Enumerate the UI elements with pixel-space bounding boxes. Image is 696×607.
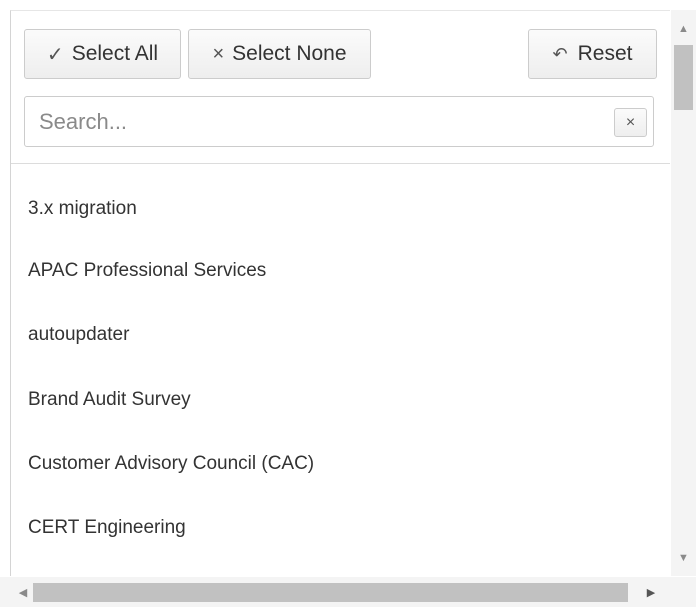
- vertical-scroll-thumb[interactable]: [674, 45, 693, 110]
- options-list: 3.x migration APAC Professional Services…: [11, 176, 670, 576]
- selection-toolbar: ✓ Select All × Select None ↶ Reset: [24, 29, 657, 79]
- horizontal-scrollbar[interactable]: ◀ ▶: [0, 577, 671, 607]
- select-all-button[interactable]: ✓ Select All: [24, 29, 181, 79]
- checkmark-icon: ✓: [46, 43, 64, 66]
- list-item[interactable]: 3.x migration: [28, 194, 137, 224]
- scroll-left-icon[interactable]: ◀: [12, 577, 34, 607]
- reset-button[interactable]: ↶ Reset: [528, 29, 657, 79]
- clear-search-button[interactable]: ×: [614, 108, 647, 137]
- search-box: ×: [24, 96, 654, 147]
- divider: [11, 163, 670, 164]
- list-item-label: 3.x migration: [28, 198, 137, 219]
- vertical-scrollbar[interactable]: ▲ ▼: [671, 10, 696, 576]
- list-item[interactable]: APAC Professional Services: [28, 256, 266, 286]
- select-none-label: Select None: [232, 42, 347, 65]
- undo-icon: ↶: [552, 43, 568, 64]
- scroll-up-icon[interactable]: ▲: [671, 18, 696, 40]
- scroll-right-icon[interactable]: ▶: [640, 577, 662, 607]
- list-item[interactable]: Customer Advisory Council (CAC): [28, 449, 314, 479]
- close-icon: ×: [625, 113, 636, 131]
- list-item-label: Customer Advisory Council (CAC): [28, 453, 315, 474]
- select-none-button[interactable]: × Select None: [188, 29, 371, 79]
- list-item-label: APAC Professional Services: [28, 260, 267, 281]
- list-item[interactable]: Brand Audit Survey: [28, 385, 191, 415]
- multiselect-dropdown-panel: ✓ Select All × Select None ↶ Reset × 3.x…: [10, 10, 670, 576]
- list-item[interactable]: autoupdater: [28, 320, 129, 350]
- times-icon: ×: [212, 42, 225, 65]
- search-input[interactable]: [25, 97, 653, 146]
- list-item[interactable]: CERT Engineering: [28, 513, 186, 543]
- list-item-label: CERT Engineering: [28, 517, 186, 538]
- list-item-label: Brand Audit Survey: [28, 389, 191, 410]
- list-item-label: autoupdater: [28, 324, 130, 345]
- horizontal-scroll-thumb[interactable]: [33, 583, 628, 602]
- reset-label: Reset: [577, 42, 633, 65]
- scrollbar-corner: [671, 577, 696, 607]
- scroll-down-icon[interactable]: ▼: [671, 547, 696, 569]
- select-all-label: Select All: [71, 42, 159, 65]
